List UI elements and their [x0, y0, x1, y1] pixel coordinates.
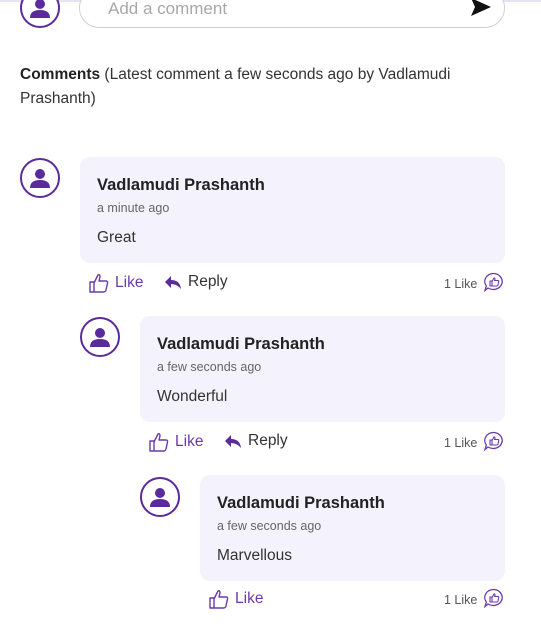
user-icon [30, 0, 50, 18]
comment-bubble: Vadlamudi Prashanth a few seconds ago Wo… [140, 316, 505, 422]
comment-text: Marvellous [217, 547, 292, 564]
thumbs-up-icon [149, 433, 169, 452]
comment-composer [79, 0, 505, 28]
comment-text: Wonderful [157, 388, 228, 405]
comment-bubble: Vadlamudi Prashanth a few seconds ago Ma… [200, 475, 505, 581]
reply-label: Reply [248, 432, 288, 449]
comment-time: a few seconds ago [157, 360, 262, 374]
reply-arrow-icon [225, 435, 241, 448]
reply-button[interactable]: Reply [223, 432, 288, 450]
reply-label: Reply [188, 273, 228, 290]
like-count-label: 1 Like [444, 435, 478, 450]
like-label: Like [175, 433, 204, 450]
like-bubble-icon [483, 272, 505, 295]
like-count: 1 Like [444, 272, 505, 295]
comment-author: Vadlamudi Prashanth [217, 494, 385, 512]
like-count: 1 Like [444, 588, 505, 611]
reply-arrow-icon [165, 276, 181, 289]
comment-time: a few seconds ago [217, 519, 322, 533]
comment-text: Great [97, 229, 136, 246]
comments-label: Comments [20, 66, 101, 83]
comment-author: Vadlamudi Prashanth [157, 335, 325, 353]
user-icon [90, 328, 110, 347]
like-bubble-icon [483, 588, 505, 611]
comment-avatar [80, 317, 120, 357]
thumbs-up-icon [89, 274, 109, 293]
comment-time: a minute ago [97, 201, 170, 215]
like-button[interactable]: Like [208, 588, 263, 610]
comment-avatar [20, 158, 60, 198]
like-label: Like [235, 590, 264, 607]
like-count: 1 Like [444, 431, 505, 454]
comment-avatar [140, 477, 180, 517]
user-icon [150, 488, 170, 507]
send-icon[interactable] [470, 0, 492, 22]
comment-input[interactable] [106, 0, 450, 23]
comments-heading: Comments (Latest comment a few seconds a… [20, 63, 490, 111]
like-label: Like [115, 274, 144, 291]
comment-bubble: Vadlamudi Prashanth a minute ago Great [80, 157, 505, 263]
like-count-label: 1 Like [444, 276, 478, 291]
thumbs-up-icon [209, 590, 229, 609]
like-bubble-icon [483, 431, 505, 454]
current-user-avatar [20, 0, 60, 28]
like-button[interactable]: Like [88, 272, 143, 294]
like-count-label: 1 Like [444, 592, 478, 607]
user-icon [30, 169, 50, 188]
comment-author: Vadlamudi Prashanth [97, 176, 265, 194]
like-button[interactable]: Like [148, 431, 203, 453]
reply-button[interactable]: Reply [163, 273, 228, 291]
